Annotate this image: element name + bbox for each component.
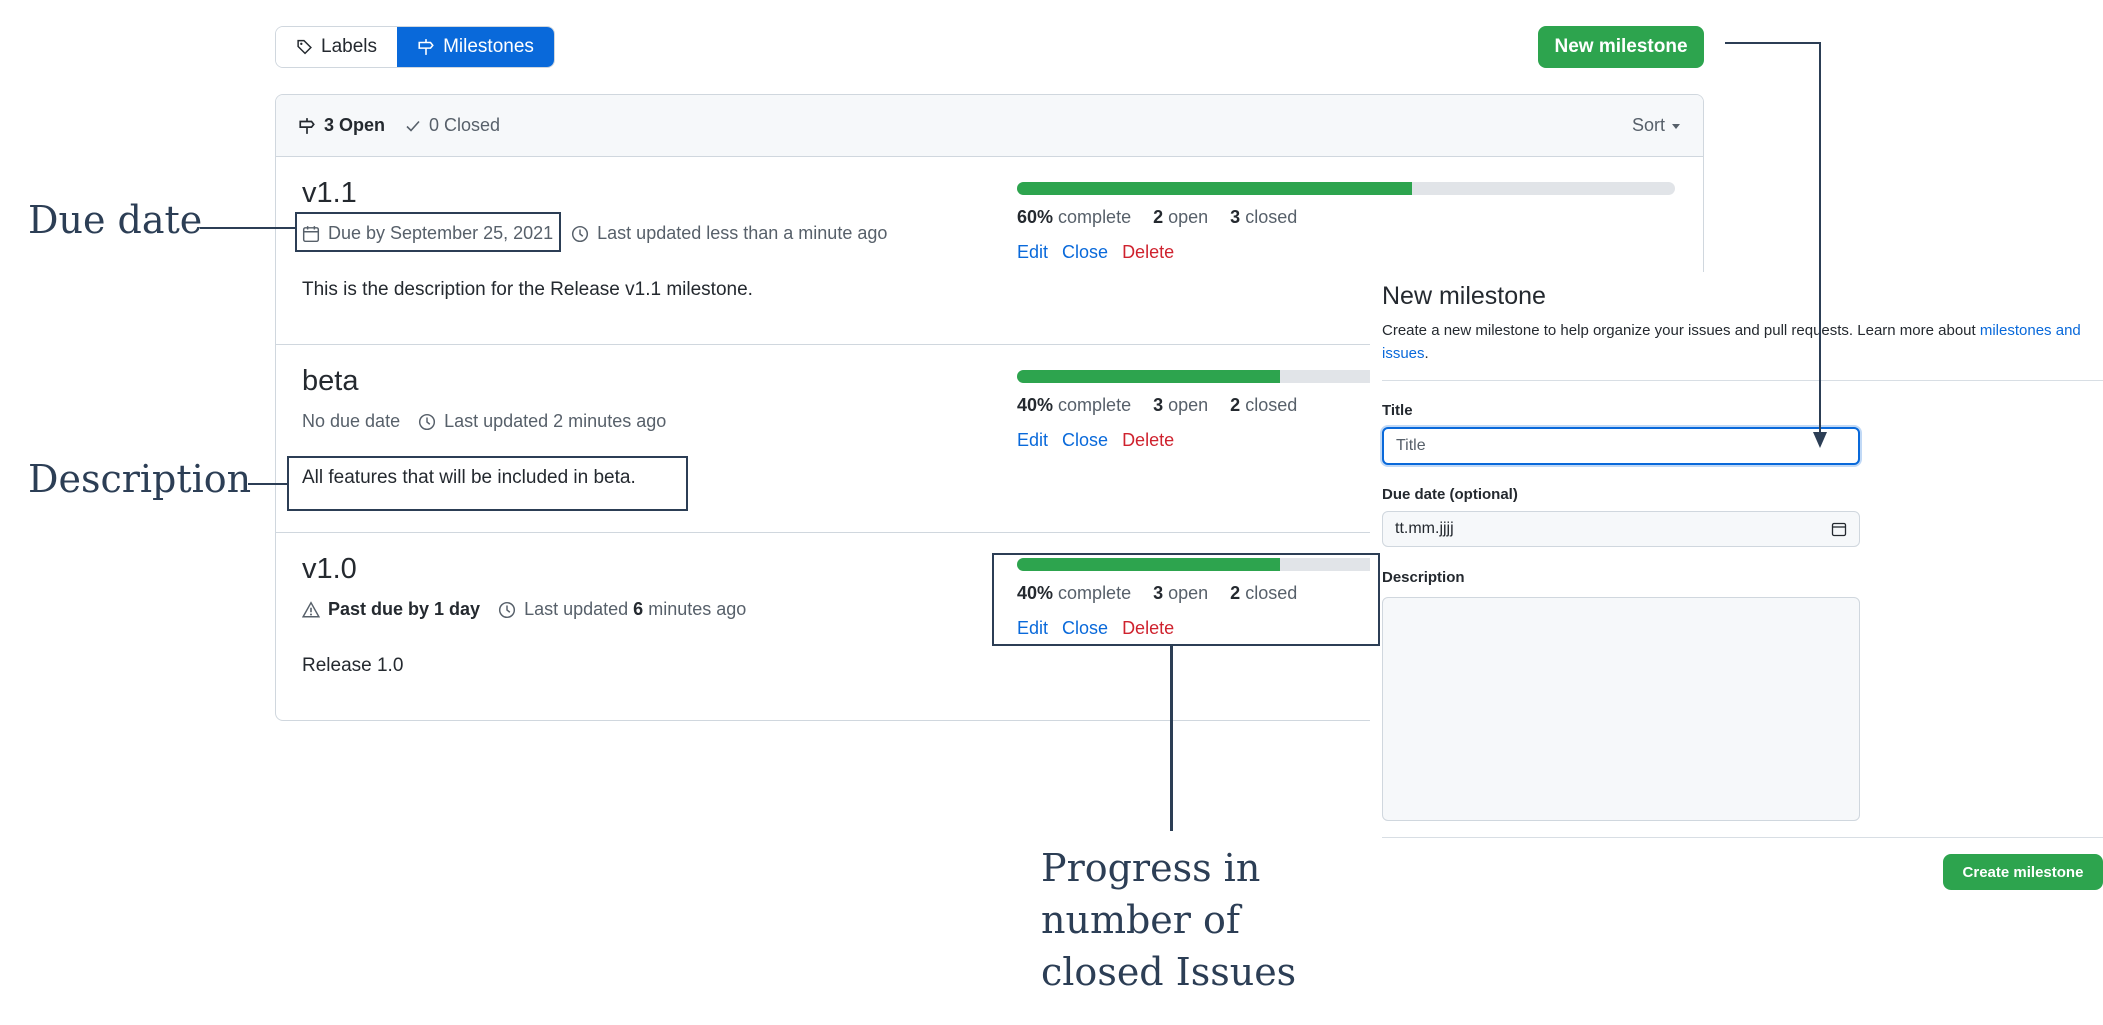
annotation-arrow [1725,42,1827,448]
delete-link[interactable]: Delete [1122,430,1174,451]
due-date: No due date [302,411,401,431]
closed-issues-count: 3 [1230,207,1241,227]
labels-tab[interactable]: Labels [276,27,397,67]
sort-dropdown[interactable]: Sort [1632,115,1681,136]
milestone-meta: Past due by 1 day Last updated 6 minutes… [302,599,746,620]
divider [1382,837,2103,838]
milestones-tab[interactable]: Milestones [397,27,554,67]
caret-down-icon [1672,123,1680,129]
closed-label: closed [1245,395,1298,415]
closed-count: 0 Closed [429,115,501,135]
alert-icon [302,600,320,617]
clock-icon [419,413,436,430]
last-updated-prefix: Last updated [524,599,629,619]
edit-link[interactable]: Edit [1017,242,1048,263]
annotation-description: Description [28,457,252,501]
due-date-label: Due date (optional) [1382,486,1518,503]
annotation-connector [248,483,288,485]
new-milestone-button[interactable]: New milestone [1538,26,1704,68]
open-label: open [1168,207,1209,227]
clock-icon [572,225,589,242]
closed-filter[interactable]: 0 Closed [405,115,500,136]
open-issues-count: 2 [1153,207,1164,227]
open-label: open [1168,395,1209,415]
milestone-actions: Edit Close Delete [1017,242,1174,263]
calendar-icon[interactable] [1831,521,1847,537]
due-date-input[interactable]: tt.mm.jjjj [1382,511,1860,547]
milestone-title[interactable]: v1.0 [302,553,357,586]
tag-icon [297,39,312,55]
new-milestone-button-label: New milestone [1554,36,1688,57]
progress-fill [1017,182,1412,195]
progress-bar [1017,182,1675,195]
progress-stats: 40% complete 3 open 2 closed [1017,395,1297,416]
closed-issues-count: 2 [1230,395,1241,415]
close-link[interactable]: Close [1062,430,1108,451]
milestone-title[interactable]: v1.1 [302,177,357,210]
open-filter[interactable]: 3 Open [298,115,385,136]
clock-icon [499,601,516,618]
complete-pct: 60% [1017,207,1054,227]
annotation-progress-line: closed Issues [1041,950,1297,994]
annotation-frame-due-date [295,212,561,252]
annotation-connector [200,227,296,229]
progress-fill [1017,370,1281,383]
create-milestone-label: Create milestone [1962,863,2084,881]
milestone-icon [418,39,434,55]
form-subtitle-end: . [1424,345,1429,362]
labels-milestones-toggle: Labels Milestones [275,26,555,68]
complete-pct: 40% [1017,395,1054,415]
annotation-progress-line: Progress in [1041,846,1261,890]
labels-tab-label: Labels [321,36,377,57]
last-updated-value: 6 [633,599,644,619]
milestones-tab-label: Milestones [443,36,534,57]
description-textarea[interactable] [1382,597,1860,821]
last-updated: Last updated less than a minute ago [597,223,888,243]
close-link[interactable]: Close [1062,242,1108,263]
open-issues-count: 3 [1153,395,1164,415]
annotation-progress-line: number of [1041,898,1240,942]
annotation-connector [1170,645,1173,831]
closed-label: closed [1245,207,1298,227]
check-icon [406,120,420,132]
complete-label: complete [1058,395,1132,415]
annotation-frame-progress [992,553,1380,646]
description-label: Description [1382,569,1465,586]
create-milestone-button[interactable]: Create milestone [1943,854,2103,890]
last-updated: Last updated 2 minutes ago [444,411,667,431]
progress-stats: 60% complete 2 open 3 closed [1017,207,1297,228]
delete-link[interactable]: Delete [1122,242,1174,263]
due-date: Past due by 1 day [328,599,481,619]
annotation-progress: Progress in number of closed Issues [1041,842,1296,998]
milestone-title[interactable]: beta [302,365,358,398]
last-updated: Last updated 6 minutes ago [524,599,746,620]
form-heading: New milestone [1382,282,1546,310]
due-date-placeholder: tt.mm.jjjj [1395,520,1454,537]
form-subtitle-text: Create a new milestone to help organize … [1382,322,1976,339]
annotation-due-date: Due date [28,198,203,242]
edit-link[interactable]: Edit [1017,430,1048,451]
list-header: 3 Open 0 Closed Sort [276,95,1703,157]
milestone-description: This is the description for the Release … [302,279,753,300]
annotation-frame-description [287,456,688,511]
open-count: 3 Open [324,115,386,135]
milestone-actions: Edit Close Delete [1017,430,1174,451]
milestone-description: Release 1.0 [302,655,404,676]
milestone-meta: No due date Last updated 2 minutes ago [302,411,666,432]
complete-label: complete [1058,207,1132,227]
sort-label: Sort [1631,115,1665,135]
title-label: Title [1382,402,1413,419]
milestone-icon [299,117,315,134]
last-updated-suffix: minutes ago [648,599,747,619]
